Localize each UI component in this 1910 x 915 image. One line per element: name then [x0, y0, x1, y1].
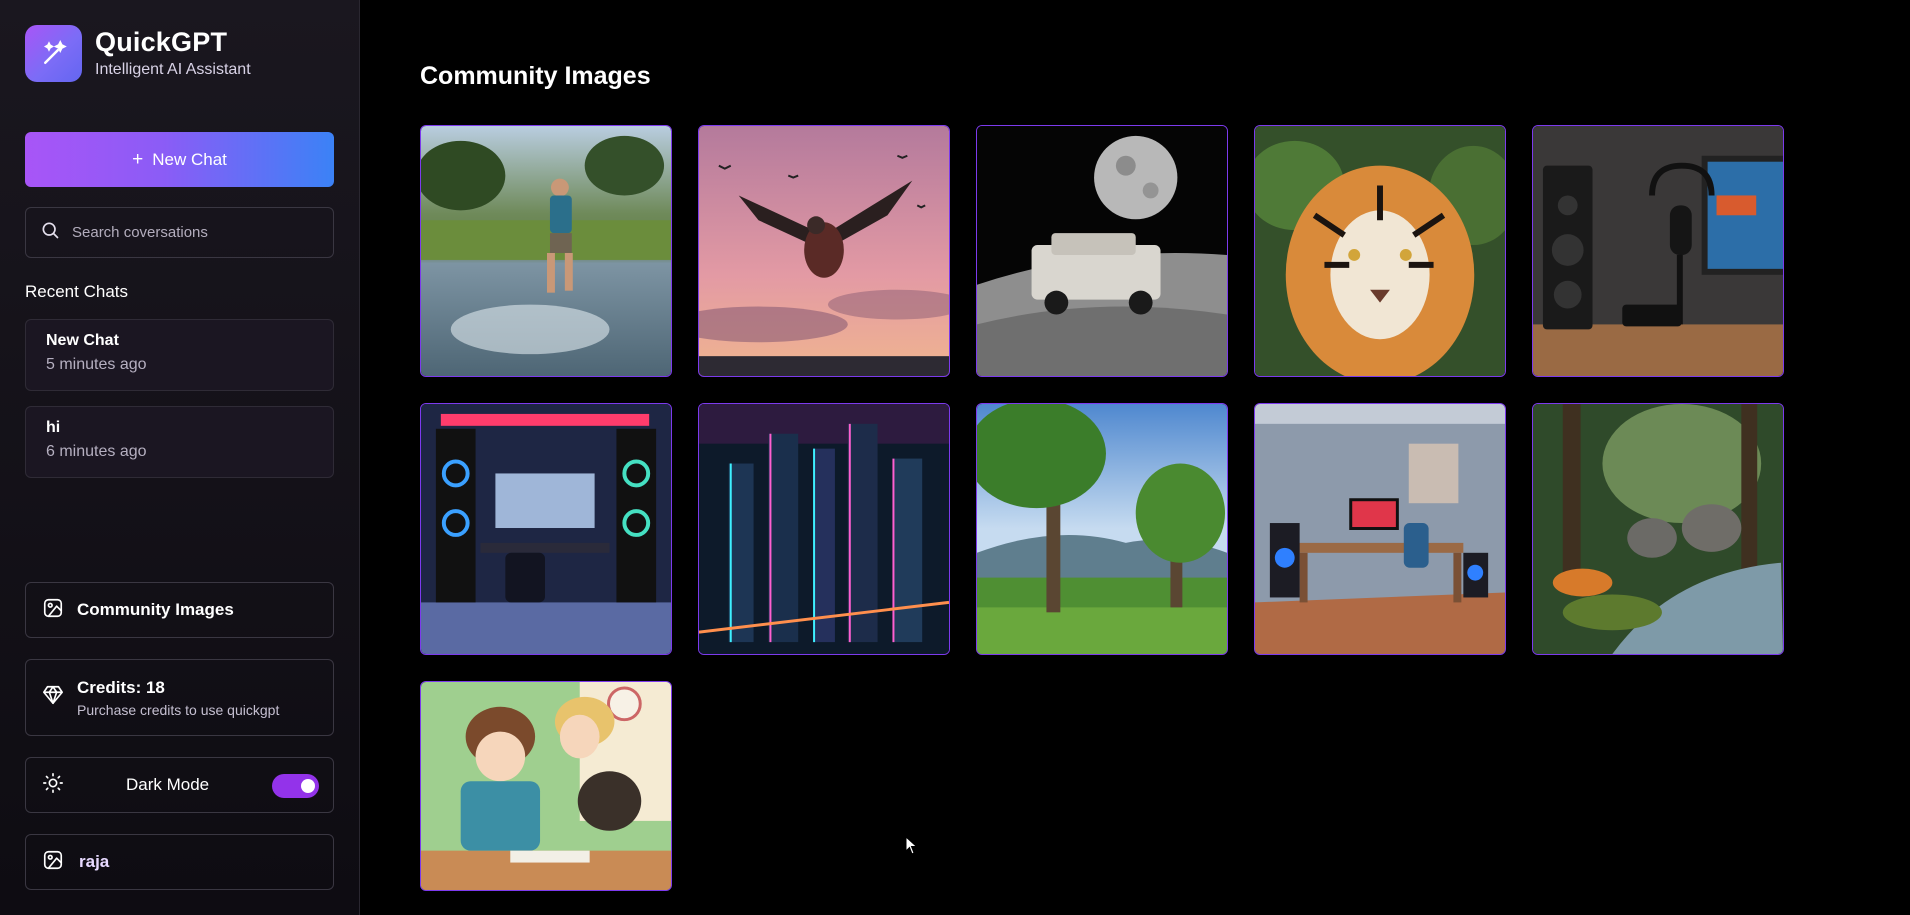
plus-icon: + [132, 148, 144, 170]
chat-title: hi [46, 419, 61, 436]
chat-time: 5 minutes ago [46, 356, 147, 373]
community-image[interactable] [1532, 403, 1784, 655]
community-image[interactable] [1254, 125, 1506, 377]
community-image[interactable] [1254, 403, 1506, 655]
community-image[interactable] [1532, 125, 1784, 377]
new-chat-button[interactable]: + New Chat [25, 132, 334, 187]
new-chat-label: New Chat [152, 149, 227, 169]
community-images-button[interactable]: Community Images [25, 582, 334, 638]
magic-wand-icon [25, 25, 82, 82]
sun-icon [42, 772, 64, 799]
dark-mode-label: Dark Mode [126, 775, 210, 794]
dark-mode-row: Dark Mode [25, 757, 334, 813]
community-image[interactable] [698, 125, 950, 377]
community-image[interactable] [420, 403, 672, 655]
community-image[interactable] [420, 125, 672, 377]
toggle-knob [301, 779, 315, 793]
user-image-icon [42, 849, 64, 876]
credits-subtext: Purchase credits to use quickgpt [77, 701, 280, 718]
user-name: raja [79, 852, 110, 871]
image-icon [42, 597, 64, 624]
search-input[interactable] [72, 224, 312, 241]
community-image[interactable] [698, 403, 950, 655]
search-box[interactable] [25, 207, 334, 258]
community-image[interactable] [976, 403, 1228, 655]
recent-chat-item[interactable]: New Chat 5 minutes ago [25, 319, 334, 391]
credits-button[interactable]: Credits: 18 Purchase credits to use quic… [25, 659, 334, 736]
user-profile-button[interactable]: raja [25, 834, 334, 890]
community-image[interactable] [420, 681, 672, 891]
search-icon [40, 220, 60, 245]
community-images-label: Community Images [77, 600, 234, 619]
sidebar: QuickGPT Intelligent AI Assistant + New … [0, 0, 360, 915]
brand: QuickGPT Intelligent AI Assistant [25, 25, 251, 82]
community-image[interactable] [976, 125, 1228, 377]
mouse-cursor-icon [905, 835, 919, 861]
app-tagline: Intelligent AI Assistant [95, 60, 251, 78]
credits-count: Credits: 18 [77, 677, 165, 697]
page-title: Community Images [420, 62, 651, 90]
app-name: QuickGPT [95, 27, 228, 58]
diamond-icon [42, 684, 64, 711]
recent-chats-heading: Recent Chats [25, 282, 128, 301]
chat-time: 6 minutes ago [46, 443, 147, 460]
recent-chat-item[interactable]: hi 6 minutes ago [25, 406, 334, 478]
dark-mode-toggle[interactable] [272, 774, 319, 798]
chat-title: New Chat [46, 332, 119, 349]
